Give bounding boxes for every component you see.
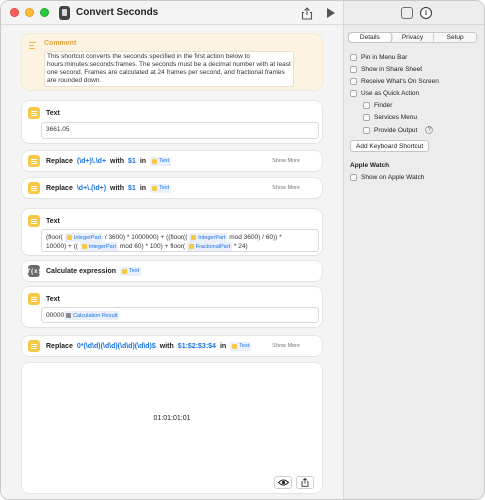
tab-setup[interactable]: Setup xyxy=(434,33,476,42)
text-variable[interactable]: Text xyxy=(150,156,172,166)
share-icon[interactable] xyxy=(301,7,313,20)
action-label: Replace xyxy=(46,157,73,165)
action-label: Text xyxy=(46,295,60,303)
show-more-button[interactable]: Show More xyxy=(272,343,300,349)
shortcut-icon[interactable] xyxy=(59,5,70,20)
comment-text[interactable]: This shortcut converts the seconds speci… xyxy=(44,51,294,87)
result-value: 01:01:01:01 xyxy=(153,415,191,422)
text-icon xyxy=(28,215,40,227)
pattern-token[interactable]: 0*(\d\d)(\d\d)(\d\d)(\d\d)$ xyxy=(77,343,156,350)
add-keyboard-shortcut-button[interactable]: Add Keyboard Shortcut xyxy=(350,140,430,152)
show-on-watch-checkbox[interactable] xyxy=(350,174,357,181)
show-more-button[interactable]: Show More xyxy=(272,185,300,191)
share-result-button[interactable] xyxy=(296,476,314,489)
text-icon xyxy=(28,293,40,305)
title-bar: Convert Seconds xyxy=(1,1,343,25)
window-title: Convert Seconds xyxy=(76,7,159,18)
action-label: Replace xyxy=(46,342,73,350)
window-controls xyxy=(10,8,49,17)
quick-action-option[interactable]: Use as Quick Action xyxy=(350,90,419,97)
close-button[interactable] xyxy=(10,8,19,17)
shortcut-window: Convert Seconds Comment This shortcut co… xyxy=(0,0,485,500)
show-more-button[interactable]: Show More xyxy=(272,158,300,164)
pattern-token[interactable]: (\d+)\.\d+ xyxy=(77,158,106,165)
minimize-button[interactable] xyxy=(25,8,34,17)
share-sheet-checkbox[interactable] xyxy=(350,66,357,73)
run-icon[interactable] xyxy=(327,8,335,18)
pin-menu-bar-checkbox[interactable] xyxy=(350,54,357,61)
text-variable[interactable]: Text xyxy=(120,266,142,276)
replace-action-3[interactable]: Replace 0*(\d\d)(\d\d)(\d\d)(\d\d)$ with… xyxy=(22,336,322,356)
share-sheet-option[interactable]: Show in Share Sheet xyxy=(350,66,422,73)
text-action-3[interactable]: Text 00000 Calculation Result xyxy=(22,287,322,327)
services-menu-option[interactable]: Services Menu xyxy=(363,114,417,121)
integer-part-variable[interactable]: IntegerPart xyxy=(79,242,119,252)
comment-icon xyxy=(29,42,36,51)
panel-tabs: Details Privacy Setup xyxy=(348,32,477,43)
zoom-button[interactable] xyxy=(40,8,49,17)
text-action-2[interactable]: Text (floor( IntegerPart / 3600) * 10000… xyxy=(22,209,322,255)
info-icon[interactable]: i xyxy=(420,7,432,19)
comment-title: Comment xyxy=(44,40,77,47)
help-icon[interactable]: ? xyxy=(425,126,434,134)
panel-toolbar: i xyxy=(344,1,484,25)
share-icon xyxy=(301,478,309,487)
text-variable[interactable]: Text xyxy=(230,341,252,351)
replacement-token[interactable]: $1 xyxy=(128,158,136,165)
result-output: 01:01:01:01 xyxy=(22,363,322,493)
text-field[interactable]: 00000 Calculation Result xyxy=(41,307,319,323)
text-icon xyxy=(28,340,40,352)
eye-icon xyxy=(277,479,289,486)
action-label: Text xyxy=(46,217,60,225)
text-icon xyxy=(28,182,40,194)
finder-option[interactable]: Finder xyxy=(363,102,392,109)
apple-watch-heading: Apple Watch xyxy=(350,162,390,169)
pin-menu-bar-option[interactable]: Pin in Menu Bar xyxy=(350,54,407,61)
text-field[interactable]: 3661.05 xyxy=(41,122,319,139)
integer-part-variable[interactable]: IntegerPart xyxy=(64,233,104,242)
fractional-part-variable[interactable]: FractionalPart xyxy=(186,242,233,252)
show-on-watch-option[interactable]: Show on Apple Watch xyxy=(350,174,424,181)
calculation-result-variable[interactable]: Calculation Result xyxy=(64,311,120,320)
provide-output-checkbox[interactable] xyxy=(363,126,370,134)
receive-onscreen-option[interactable]: Receive What's On Screen xyxy=(350,78,439,85)
text-icon xyxy=(28,107,40,119)
comment-card[interactable]: Comment This shortcut converts the secon… xyxy=(22,34,322,90)
details-panel: i Details Privacy Setup Pin in Menu Bar … xyxy=(343,1,484,499)
text-icon xyxy=(28,155,40,167)
replace-action-1[interactable]: Replace (\d+)\.\d+ with $1 in Text Show … xyxy=(22,151,322,171)
pattern-token[interactable]: \d+\.(\d+) xyxy=(77,185,106,192)
action-label: Replace xyxy=(46,184,73,192)
preview-button[interactable] xyxy=(274,476,292,489)
services-menu-checkbox[interactable] xyxy=(363,114,370,121)
replace-action-2[interactable]: Replace \d+\.(\d+) with $1 in Text Show … xyxy=(22,178,322,198)
text-variable[interactable]: Text xyxy=(150,183,172,193)
action-label: Text xyxy=(46,109,60,117)
replacement-token[interactable]: $1 xyxy=(128,185,136,192)
provide-output-option[interactable]: Provide Output ? xyxy=(363,126,434,134)
replacement-token[interactable]: $1:$2:$3:$4 xyxy=(178,343,216,350)
finder-checkbox[interactable] xyxy=(363,102,370,109)
tab-privacy[interactable]: Privacy xyxy=(392,33,435,42)
quick-action-checkbox[interactable] xyxy=(350,90,357,97)
formula-field[interactable]: (floor( IntegerPart / 3600) * 1000000) +… xyxy=(41,229,319,252)
action-editor: Comment This shortcut converts the secon… xyxy=(1,26,343,499)
tab-details[interactable]: Details xyxy=(349,33,392,42)
calculate-icon: f(x) xyxy=(27,265,41,277)
calculate-action[interactable]: f(x) Calculate expression Text xyxy=(22,261,322,281)
text-action-1[interactable]: Text 3661.05 xyxy=(22,101,322,143)
receive-onscreen-checkbox[interactable] xyxy=(350,78,357,85)
library-icon[interactable] xyxy=(401,7,413,19)
action-label: Calculate expression xyxy=(46,267,117,275)
integer-part-variable[interactable]: IntegerPart xyxy=(189,233,228,242)
